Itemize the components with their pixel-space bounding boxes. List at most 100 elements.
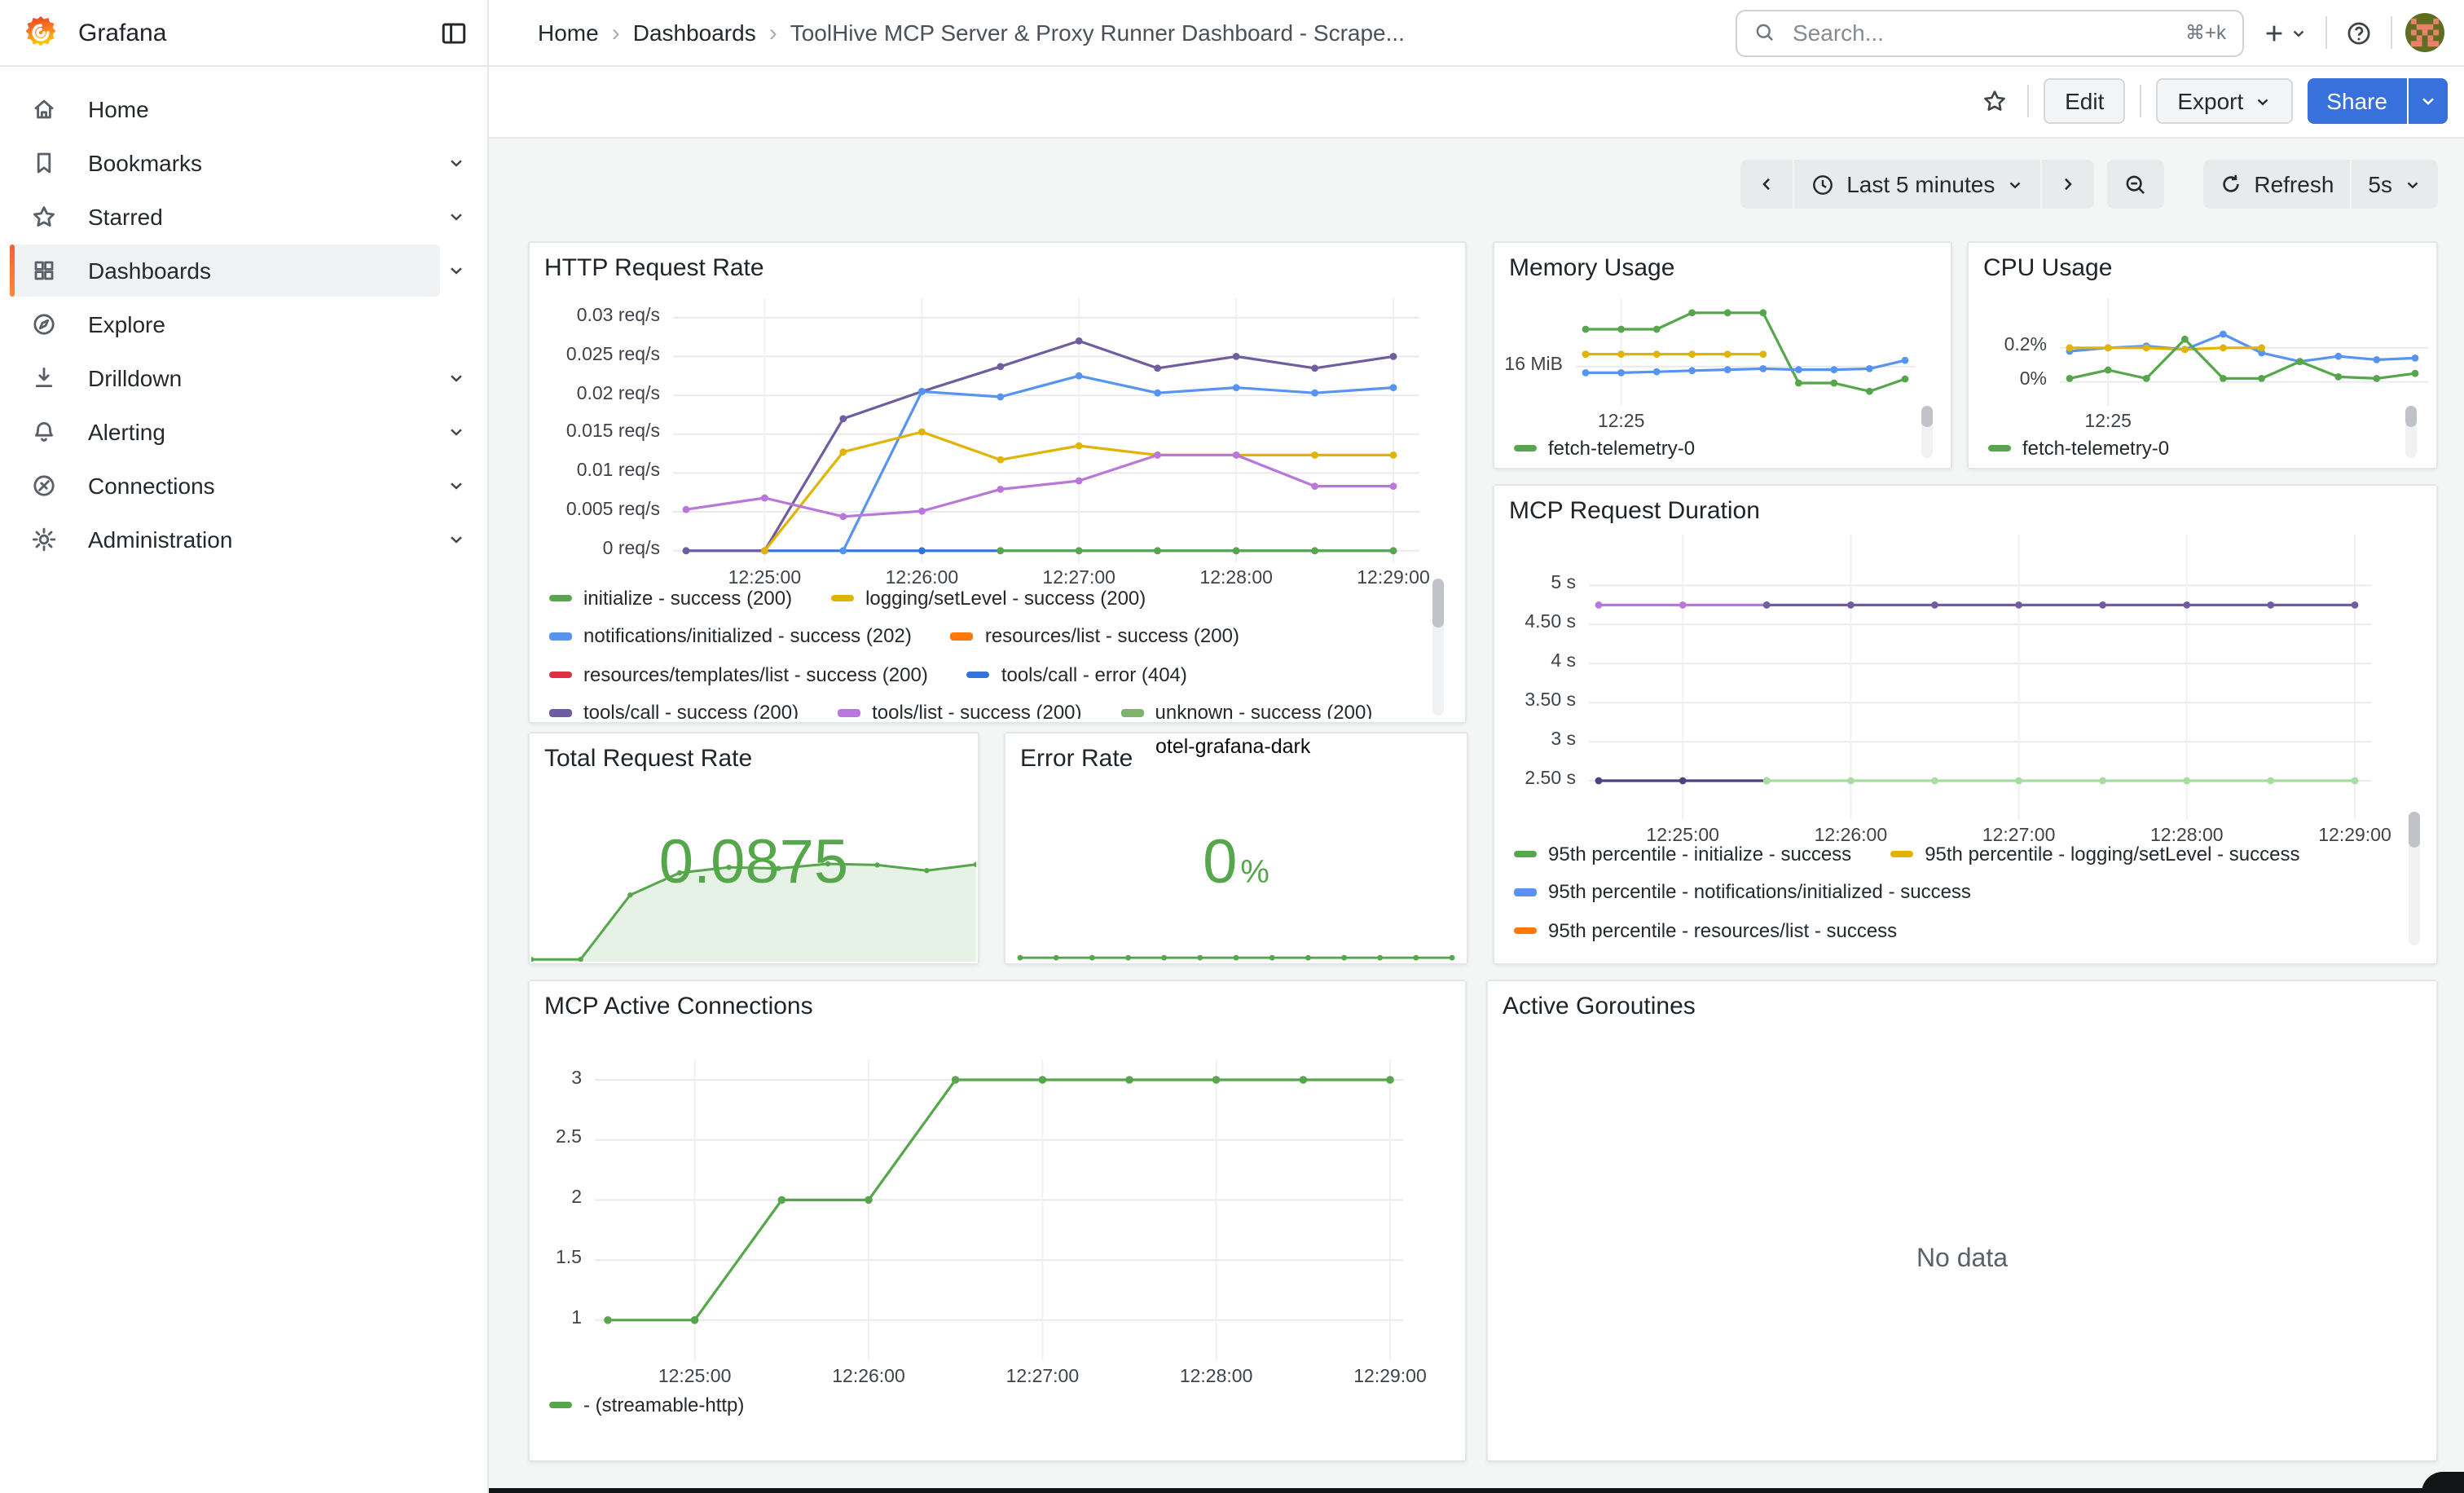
export-button[interactable]: Export — [2156, 78, 2292, 124]
time-shift-back-icon[interactable] — [1740, 160, 1793, 209]
time-series-plot[interactable] — [595, 1059, 1403, 1361]
share-dropdown-icon[interactable] — [2409, 78, 2448, 124]
legend-item[interactable]: resources/list - success (200) — [951, 625, 1239, 648]
sidebar-item-starred[interactable]: Starred — [10, 189, 469, 243]
gear-icon — [31, 526, 57, 552]
divider — [2325, 16, 2327, 49]
divider — [2391, 16, 2392, 49]
legend-item[interactable]: fetch-telemetry-0 — [1988, 437, 2169, 460]
chevron-down-icon[interactable] — [447, 368, 469, 387]
chevron-down-icon[interactable] — [447, 260, 469, 280]
legend-item[interactable]: unknown - success (200) — [1121, 702, 1373, 720]
y-axis-label: 0.03 req/s — [577, 306, 660, 326]
legend-scrollbar[interactable] — [2409, 812, 2420, 945]
chevron-down-icon[interactable] — [447, 206, 469, 226]
legend-item[interactable]: 95th percentile - logging/setLevel - suc… — [1890, 843, 2299, 865]
legend-item[interactable]: 95th percentile - notifications/initiali… — [1514, 881, 1971, 904]
sparkline — [1007, 936, 1465, 962]
legend-item[interactable]: - (streamable-http) — [549, 1394, 744, 1416]
sidebar-item-label: Alerting — [88, 418, 165, 444]
chevron-down-icon[interactable] — [447, 152, 469, 172]
breadcrumb: Home›Dashboards›ToolHive MCP Server & Pr… — [538, 19, 1405, 46]
legend-item[interactable]: fetch-telemetry-0 — [1514, 437, 1695, 460]
sidebar-item-home[interactable]: Home — [10, 81, 469, 135]
search-input[interactable]: ⌘+k — [1736, 9, 2244, 56]
legend-scrollbar[interactable] — [2405, 406, 2417, 458]
add-button[interactable] — [2257, 15, 2312, 50]
legend-swatch — [549, 594, 572, 601]
legend-swatch — [838, 709, 860, 716]
legend-scrollbar[interactable] — [1432, 579, 1444, 716]
legend-item[interactable]: tools/call - success (200) — [549, 702, 799, 720]
breadcrumb-item[interactable]: Home — [538, 20, 599, 46]
refresh-interval-dropdown[interactable]: 5s — [2352, 160, 2438, 209]
time-series-plot[interactable] — [1576, 298, 1915, 406]
time-series-plot[interactable] — [1589, 535, 2371, 820]
panel-title[interactable]: CPU Usage — [1983, 254, 2112, 282]
favorite-star-icon[interactable] — [1977, 83, 2013, 119]
sidebar-item-bookmarks[interactable]: Bookmarks — [10, 135, 469, 189]
sidebar-item-drilldown[interactable]: Drilldown — [10, 350, 469, 404]
dashboard-canvas: Last 5 minutes Refresh 5s — [489, 137, 2464, 1493]
breadcrumb-item[interactable]: Dashboards — [633, 20, 756, 46]
legend-item[interactable]: initialize - success (200) — [549, 587, 792, 610]
divider — [2140, 85, 2141, 117]
legend-item[interactable]: 95th percentile - initialize - success — [1514, 843, 1851, 865]
sidebar-toggle-icon[interactable] — [437, 15, 471, 50]
legend-swatch — [549, 671, 572, 678]
panel-title[interactable]: Total Request Rate — [544, 745, 752, 773]
user-avatar[interactable] — [2405, 13, 2444, 52]
legend-item[interactable]: tools/call - error (404) — [967, 663, 1187, 686]
panel-legend: 95th percentile - initialize - success 95… — [1514, 835, 2400, 960]
sidebar-item-label: Starred — [88, 203, 163, 229]
panel-legend: initialize - success (200) logging/setLev… — [549, 579, 1429, 719]
panel-mcp-request-duration: MCP Request Duration 5 s4.50 s4 s3.50 s3… — [1493, 484, 2438, 965]
legend-item[interactable]: notifications/initialized - success (202… — [549, 625, 912, 648]
time-range-picker[interactable]: Last 5 minutes — [1794, 160, 2040, 209]
compass-icon — [31, 310, 57, 337]
legend-swatch — [831, 594, 854, 601]
panel-title[interactable]: MCP Request Duration — [1509, 497, 1760, 525]
panel-title[interactable]: HTTP Request Rate — [544, 254, 764, 282]
y-axis: 32.521.51 — [530, 1059, 582, 1361]
sidebar-item-dashboards[interactable]: Dashboards — [10, 243, 469, 297]
sidebar-item-administration[interactable]: Administration — [10, 512, 469, 566]
panel-title[interactable]: MCP Active Connections — [544, 993, 813, 1020]
time-series-plot[interactable] — [673, 298, 1419, 562]
sidebar-item-label: Connections — [88, 472, 215, 498]
chevron-down-icon[interactable] — [447, 529, 469, 548]
divider — [2027, 85, 2029, 117]
sidebar-item-alerting[interactable]: Alerting — [10, 404, 469, 458]
y-axis-label: 0.02 req/s — [577, 384, 660, 403]
time-shift-forward-icon[interactable] — [2042, 160, 2094, 209]
y-axis-label: 0.015 req/s — [566, 423, 660, 443]
sidebar-item-explore[interactable]: Explore — [10, 297, 469, 350]
panel-memory-usage: Memory Usage 16 MiB 12:25 fetch-telemetr… — [1493, 241, 1952, 469]
panel-title[interactable]: Active Goroutines — [1503, 993, 1696, 1020]
zoom-out-icon[interactable] — [2107, 160, 2164, 209]
panel-title[interactable]: Memory Usage — [1509, 254, 1674, 282]
help-icon[interactable] — [2340, 14, 2378, 51]
legend-scrollbar[interactable] — [1921, 406, 1933, 458]
plug-icon — [31, 472, 57, 498]
share-button[interactable]: Share — [2307, 78, 2407, 124]
legend-swatch — [549, 709, 572, 716]
chevron-down-icon[interactable] — [447, 421, 469, 441]
y-axis: 0.2%0% — [1969, 298, 2047, 406]
refresh-icon — [2220, 173, 2242, 196]
legend-item[interactable]: 95th percentile - resources/list - succe… — [1514, 919, 1897, 942]
edit-button[interactable]: Edit — [2044, 78, 2125, 124]
legend-item[interactable]: 95th percentile - resources/templates/li… — [1514, 958, 1987, 961]
time-series-plot[interactable] — [2060, 298, 2428, 406]
legend-item[interactable]: tools/list - success (200) — [838, 702, 1081, 720]
legend-item[interactable]: resources/templates/list - success (200) — [549, 663, 928, 686]
chevron-down-icon[interactable] — [447, 475, 469, 495]
refresh-button[interactable]: Refresh — [2203, 160, 2350, 209]
search-icon — [1753, 21, 1776, 44]
legend-item[interactable]: logging/setLevel - success (200) — [831, 587, 1146, 610]
sidebar-item-label: Bookmarks — [88, 149, 202, 175]
legend-swatch — [1514, 444, 1537, 451]
sidebar-item-connections[interactable]: Connections — [10, 458, 469, 512]
panel-http-request-rate: HTTP Request Rate 0.03 req/s0.025 req/s0… — [528, 241, 1467, 724]
panel-title[interactable]: Error Rate — [1020, 745, 1133, 773]
